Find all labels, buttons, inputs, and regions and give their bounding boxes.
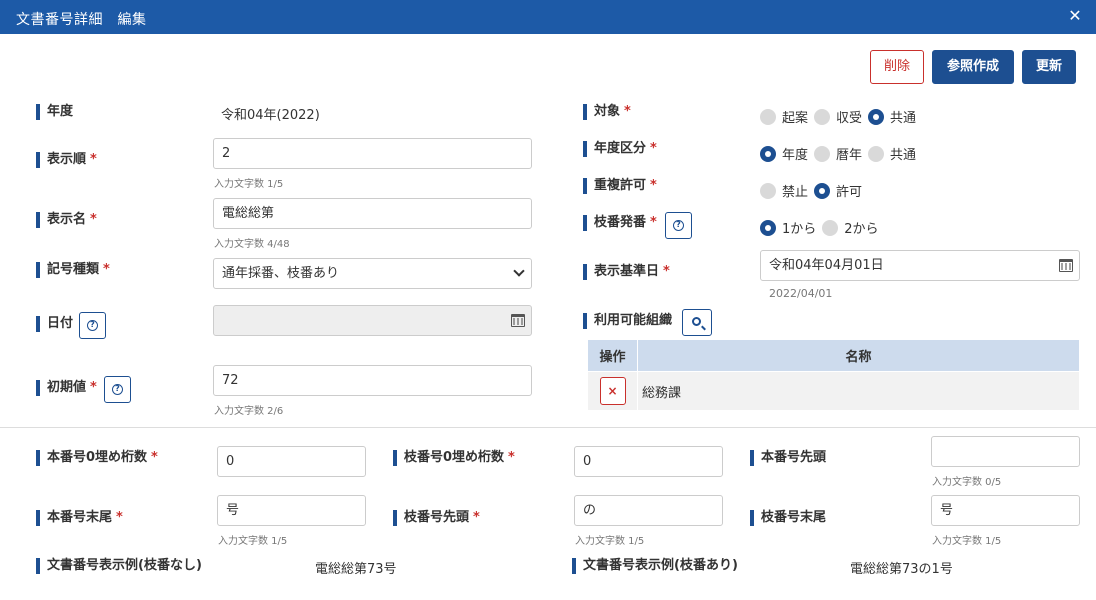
display-base-date-label: 表示基準日 * bbox=[583, 264, 670, 280]
radio-target-kian[interactable]: 起案 bbox=[760, 107, 808, 126]
table-row: × 総務課 bbox=[587, 371, 1080, 411]
dialog-title: 文書番号詳細 編集 bbox=[16, 12, 147, 28]
required-mark: * bbox=[151, 450, 158, 465]
display-name-input[interactable]: 電総総第 bbox=[213, 198, 532, 229]
display-name-label: 表示名 * bbox=[36, 212, 97, 228]
main-suffix-label: 本番号末尾 * bbox=[36, 510, 123, 526]
radio-branch-from-1[interactable]: 1から bbox=[760, 218, 816, 237]
date-label: 日付 bbox=[36, 316, 73, 332]
chevron-down-icon bbox=[513, 265, 525, 277]
available-orgs-table: 操作 名称 × 総務課 bbox=[587, 339, 1080, 411]
target-label: 対象 * bbox=[583, 104, 631, 120]
radio-year-common[interactable]: 共通 bbox=[868, 144, 916, 163]
year-division-radio-group: 年度 暦年 共通 bbox=[760, 144, 922, 163]
symbol-type-label: 記号種類 * bbox=[36, 262, 110, 278]
required-mark: * bbox=[508, 450, 515, 465]
radio-duplicate-forbid[interactable]: 禁止 bbox=[760, 181, 808, 200]
main-prefix-hint: 入力文字数 0/5 bbox=[932, 477, 1002, 488]
column-header-name: 名称 bbox=[637, 339, 1080, 372]
duplicate-allowed-radio-group: 禁止 許可 bbox=[760, 181, 868, 200]
available-orgs-label: 利用可能組織 bbox=[583, 313, 672, 329]
display-name-hint: 入力文字数 4/48 bbox=[214, 239, 290, 250]
main-zero-pad-input[interactable]: 0 bbox=[217, 446, 366, 477]
update-button[interactable]: 更新 bbox=[1022, 50, 1076, 84]
required-mark: * bbox=[90, 152, 97, 167]
required-mark: * bbox=[650, 178, 657, 193]
dialog-titlebar: 文書番号詳細 編集 ✕ bbox=[0, 0, 1096, 34]
required-mark: * bbox=[116, 510, 123, 525]
close-icon[interactable]: ✕ bbox=[1066, 7, 1084, 25]
branch-suffix-hint: 入力文字数 1/5 bbox=[932, 536, 1002, 547]
main-suffix-hint: 入力文字数 1/5 bbox=[218, 536, 288, 547]
radio-year-fiscal[interactable]: 年度 bbox=[760, 144, 808, 163]
branch-suffix-label: 枝番号末尾 bbox=[750, 510, 826, 526]
radio-target-shuju[interactable]: 収受 bbox=[814, 107, 862, 126]
date-help-icon[interactable]: ? bbox=[79, 312, 106, 339]
required-mark: * bbox=[663, 264, 670, 279]
delete-icon[interactable]: × bbox=[599, 377, 626, 405]
reference-create-button[interactable]: 参照作成 bbox=[932, 50, 1014, 84]
branch-zero-pad-input[interactable]: 0 bbox=[574, 446, 723, 477]
calendar-icon bbox=[511, 314, 525, 327]
display-base-date-sub: 2022/04/01 bbox=[769, 287, 833, 300]
display-order-input[interactable]: 2 bbox=[213, 138, 532, 169]
fiscal-year-label: 年度 bbox=[36, 104, 73, 120]
radio-year-calendar[interactable]: 暦年 bbox=[814, 144, 862, 163]
fiscal-year-value: 令和04年(2022) bbox=[221, 108, 320, 123]
calendar-icon[interactable] bbox=[1059, 259, 1073, 272]
delete-button[interactable]: 削除 bbox=[870, 50, 924, 84]
radio-duplicate-allow[interactable]: 許可 bbox=[814, 181, 862, 200]
required-mark: * bbox=[103, 262, 110, 277]
required-mark: * bbox=[90, 212, 97, 227]
initial-value-input[interactable]: 72 bbox=[213, 365, 532, 396]
target-radio-group: 起案 収受 共通 bbox=[760, 107, 922, 126]
symbol-type-select[interactable]: 通年採番、枝番あり bbox=[213, 258, 532, 289]
branch-issue-radio-group: 1から 2から bbox=[760, 218, 885, 237]
display-base-date-input[interactable]: 令和04年04月01日 bbox=[760, 250, 1080, 281]
table-cell-operation: × bbox=[587, 371, 638, 411]
example-no-branch-label: 文書番号表示例(枝番なし) bbox=[36, 558, 202, 574]
year-division-label: 年度区分 * bbox=[583, 141, 657, 157]
duplicate-allowed-label: 重複許可 * bbox=[583, 178, 657, 194]
initial-value-help-icon[interactable]: ? bbox=[104, 376, 131, 403]
required-mark: * bbox=[624, 104, 631, 119]
branch-zero-pad-label: 枝番号0埋め桁数 * bbox=[393, 450, 515, 466]
branch-prefix-input[interactable]: の bbox=[574, 495, 723, 526]
initial-value-label: 初期値 * bbox=[36, 380, 97, 396]
main-suffix-input[interactable]: 号 bbox=[217, 495, 366, 526]
display-order-label: 表示順 * bbox=[36, 152, 97, 168]
branch-suffix-input[interactable]: 号 bbox=[931, 495, 1080, 526]
radio-branch-from-2[interactable]: 2から bbox=[822, 218, 879, 237]
required-mark: * bbox=[650, 141, 657, 156]
branch-issue-help-icon[interactable]: ? bbox=[665, 212, 692, 239]
table-header-row: 操作 名称 bbox=[587, 339, 1080, 372]
branch-prefix-label: 枝番号先頭 * bbox=[393, 510, 480, 526]
symbol-type-value: 通年採番、枝番あり bbox=[222, 266, 340, 281]
required-mark: * bbox=[90, 380, 97, 395]
main-zero-pad-label: 本番号0埋め桁数 * bbox=[36, 450, 158, 466]
example-with-branch-value: 電総総第73の1号 bbox=[850, 562, 953, 577]
date-input bbox=[213, 305, 532, 336]
display-order-hint: 入力文字数 1/5 bbox=[214, 179, 284, 190]
section-divider bbox=[0, 427, 1096, 428]
radio-target-common[interactable]: 共通 bbox=[868, 107, 916, 126]
main-prefix-label: 本番号先頭 bbox=[750, 450, 826, 466]
required-mark: * bbox=[473, 510, 480, 525]
example-with-branch-label: 文書番号表示例(枝番あり) bbox=[572, 558, 738, 574]
table-cell-name: 総務課 bbox=[637, 371, 1080, 411]
required-mark: * bbox=[650, 215, 657, 230]
search-icon[interactable] bbox=[682, 309, 712, 336]
branch-issue-label: 枝番発番 * bbox=[583, 215, 657, 231]
main-prefix-input[interactable] bbox=[931, 436, 1080, 467]
column-header-operation: 操作 bbox=[587, 339, 638, 372]
example-no-branch-value: 電総総第73号 bbox=[315, 562, 397, 577]
initial-value-hint: 入力文字数 2/6 bbox=[214, 406, 284, 417]
branch-prefix-hint: 入力文字数 1/5 bbox=[575, 536, 645, 547]
